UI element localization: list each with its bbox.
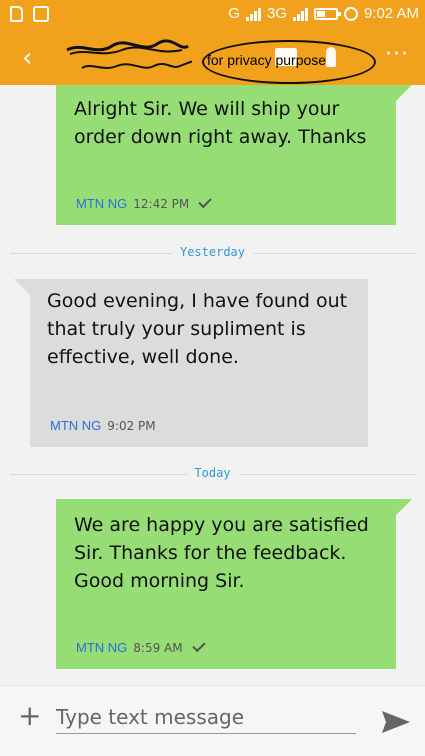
more-icon[interactable]: ··· — [385, 42, 409, 67]
signal-icon — [245, 7, 261, 21]
status-bar: G 3G 9:02 AM — [0, 0, 425, 30]
message-thread: Alright Sir. We will ship your order dow… — [0, 85, 425, 685]
message-meta: MTN NG 9:02 PM — [50, 418, 156, 433]
message-text: Good evening, I have found out that trul… — [47, 290, 348, 368]
message-text: We are happy you are satisfied Sir. Than… — [74, 514, 369, 592]
network-3g-label: 3G — [266, 5, 287, 22]
alarm-icon — [343, 6, 358, 21]
date-separator-label: Yesterday — [171, 245, 254, 259]
message-text: Alright Sir. We will ship your order dow… — [74, 98, 367, 148]
date-separator: Yesterday — [10, 245, 415, 261]
message-time: 12:42 PM — [133, 196, 190, 211]
add-icon[interactable]: + — [18, 702, 41, 730]
back-icon[interactable]: ‹ — [22, 45, 44, 71]
conversation-toolbar: ‹ for privacy purpose ··· — [0, 30, 425, 85]
privacy-annotation-text: for privacy purpose — [207, 52, 327, 68]
message-sender: MTN NG — [50, 418, 102, 433]
signal-icon-2 — [292, 7, 308, 21]
message-time: 8:59 AM — [133, 640, 183, 655]
message-bubble-sent[interactable]: We are happy you are satisfied Sir. Than… — [56, 499, 412, 669]
send-icon[interactable] — [381, 710, 411, 734]
status-time: 9:02 AM — [363, 5, 419, 22]
bbm-icon — [33, 6, 49, 22]
message-time: 9:02 PM — [107, 418, 156, 433]
date-separator: Today — [10, 466, 415, 482]
message-sender: MTN NG — [76, 196, 128, 211]
message-input[interactable] — [56, 700, 356, 734]
message-bubble-received[interactable]: Good evening, I have found out that trul… — [14, 279, 368, 447]
message-meta: MTN NG 8:59 AM — [76, 638, 206, 655]
sim-icon — [10, 6, 23, 22]
message-meta: MTN NG 12:42 PM — [76, 194, 212, 211]
redacted-contact-name — [66, 39, 192, 69]
date-separator-label: Today — [186, 466, 239, 480]
battery-icon — [313, 7, 341, 20]
message-sender: MTN NG — [76, 640, 128, 655]
tick-icon — [198, 194, 212, 209]
tick-icon — [191, 638, 206, 653]
message-bubble-sent[interactable]: Alright Sir. We will ship your order dow… — [56, 85, 412, 225]
network-g-label: G — [228, 5, 240, 22]
message-composer: + — [0, 685, 425, 756]
